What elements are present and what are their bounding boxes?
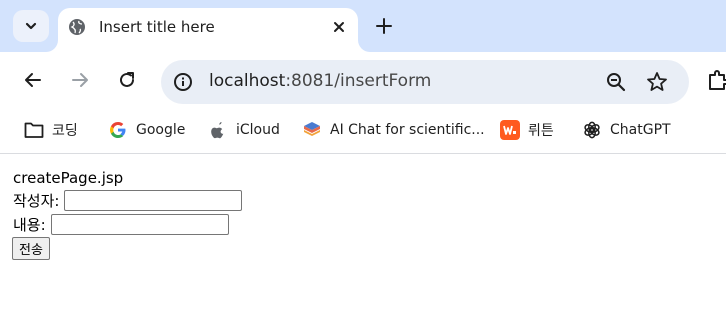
plus-icon [376, 18, 392, 34]
site-info-button[interactable] [169, 68, 197, 96]
bookmark-label: 코딩 [52, 123, 78, 139]
folder-icon [24, 120, 44, 140]
scispace-icon [302, 120, 322, 140]
content-label: 내용: [13, 216, 46, 234]
bookmark-folder-coding[interactable]: 코딩 [24, 118, 78, 142]
page-content: createPage.jsp 작성자: 내용: 전송 [0, 155, 726, 322]
browser-toolbar: localhost:8081/insertForm [0, 52, 726, 108]
forward-button[interactable] [64, 64, 96, 96]
chatgpt-icon [582, 120, 602, 140]
content-input[interactable] [50, 214, 229, 235]
bookmark-scispace[interactable]: AI Chat for scientific... [302, 118, 485, 142]
zoom-out-icon [607, 73, 626, 92]
writer-row: 작성자: [13, 190, 243, 211]
chevron-down-icon [25, 22, 37, 30]
wrtn-icon [500, 120, 520, 140]
submit-button[interactable]: 전송 [12, 237, 50, 260]
address-bar[interactable]: localhost:8081/insertForm [161, 60, 689, 104]
reload-button[interactable] [111, 64, 143, 96]
bookmark-wrtn[interactable]: 뤼튼 [500, 118, 554, 142]
bookmark-label: 뤼튼 [528, 123, 554, 139]
bookmark-label: iCloud [236, 122, 280, 138]
bookmark-chatgpt[interactable]: ChatGPT [582, 118, 671, 142]
close-icon [334, 22, 344, 32]
writer-label: 작성자: [13, 192, 60, 210]
url-text: localhost:8081/insertForm [209, 71, 431, 91]
new-tab-button[interactable] [372, 14, 396, 38]
star-icon [647, 72, 667, 91]
back-button[interactable] [17, 64, 49, 96]
bookmark-label: Google [136, 122, 186, 138]
apple-icon [208, 120, 228, 140]
bookmark-star-button[interactable] [644, 69, 670, 95]
page-heading: createPage.jsp [13, 169, 124, 187]
globe-icon [69, 19, 85, 35]
tab-search-button[interactable] [13, 10, 49, 42]
reload-icon [120, 72, 134, 87]
puzzle-icon [709, 70, 726, 90]
arrow-left-icon [25, 73, 41, 87]
bookmark-icloud[interactable]: iCloud [208, 118, 280, 142]
active-tab[interactable]: Insert title here [58, 8, 358, 52]
url-host: localhost [209, 71, 286, 91]
url-path: :8081/insertForm [285, 71, 432, 91]
info-icon [174, 73, 192, 91]
zoom-button[interactable] [603, 69, 629, 95]
tab-strip: Insert title here [0, 0, 726, 52]
bookmarks-bar: 코딩 Google iCloud AI Chat for scientific.… [0, 108, 726, 154]
google-icon [108, 120, 128, 140]
tab-close-button[interactable] [328, 16, 350, 38]
arrow-right-icon [72, 73, 88, 87]
extensions-button[interactable] [706, 68, 726, 94]
content-row: 내용: [13, 214, 229, 235]
writer-input[interactable] [64, 190, 243, 211]
bookmark-google[interactable]: Google [108, 118, 185, 142]
bookmark-label: AI Chat for scientific... [330, 122, 485, 138]
tab-title: Insert title here [99, 18, 215, 36]
bookmark-label: ChatGPT [610, 122, 671, 138]
